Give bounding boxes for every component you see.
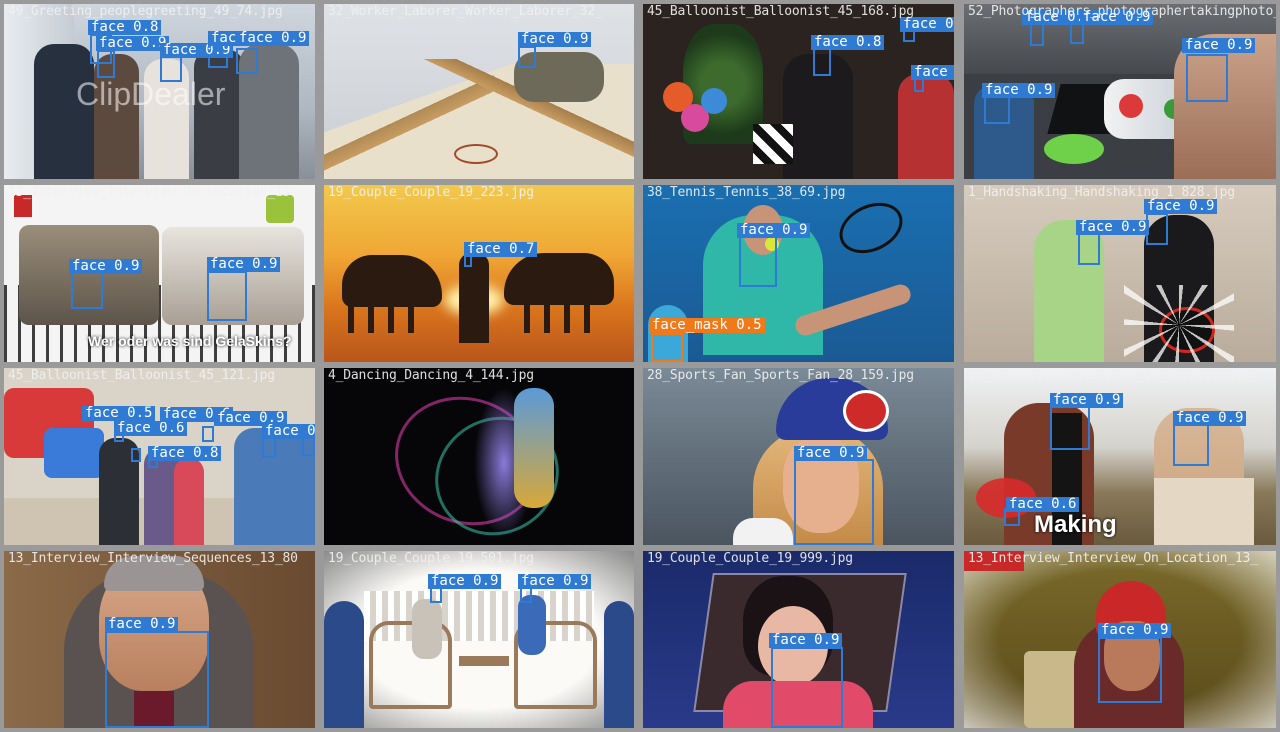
detection-label: face 0.9 [518,32,592,47]
detection-label: face 0.9 [1144,199,1218,214]
detection-label: face 0.5 [82,406,156,421]
detection-label: face 0.8 [148,446,222,461]
detection-label: face 0.9 [769,633,843,648]
detection-box [1050,404,1090,450]
detection-label: face 0 [911,65,954,80]
image-tile: Wer oder was sind GelaSkins? 13_Intervie… [4,185,315,362]
tile-filename: 4_Dancing_Dancing_4_144.jpg [328,368,534,383]
image-tile: 38_Tennis_Tennis_38_69.jpg face 0.9 face… [643,185,954,362]
video-caption: Wer oder was sind GelaSkins? [88,333,292,349]
detection-label: face_mask 0.5 [649,318,765,333]
detection-label: face 0.9 [207,257,281,272]
image-tile: Making 13_Interview_Interview_On_Locatio… [964,368,1276,545]
detection-box [518,46,536,68]
detection-box [739,235,777,287]
detection-label: face 0.9 [1173,411,1247,426]
image-tile: 4_Dancing_Dancing_4_144.jpg [324,368,634,545]
image-tile: 28_Sports_Fan_Sports_Fan_28_159.jpg face… [643,368,954,545]
photo [964,185,1276,362]
detection-label: face 0.9 [737,223,811,238]
detection-box [97,50,115,78]
tile-filename: 45_Balloonist_Balloonist_45_168.jpg [647,4,914,19]
detection-label: face 0.9 [982,83,1056,98]
detection-box [236,48,258,74]
image-tile: 32_Worker_Laborer_Worker_Laborer_32_ fac… [324,4,634,179]
image-tile: 45_Balloonist_Balloonist_45_168.jpg face… [643,4,954,179]
detection-label: face 0.9 [1076,220,1150,235]
watermark-logo: ClipDealer [76,76,226,112]
detection-label: face 0.9 [69,259,143,274]
tile-filename: 13_Interview_Interview_On_Location_13_ [968,551,1258,566]
detection-label: face 0.6 [1006,497,1080,512]
detection-box [131,448,141,462]
image-tile: 19_Couple_Couple_19_501.jpg face 0.9 fac… [324,551,634,728]
detection-box [813,48,831,76]
detection-box [160,56,182,82]
detection-label: face 0.8 [811,35,885,50]
detection-box [651,333,683,362]
detection-label: face 0.7 [464,242,538,257]
tile-filename: 19_Couple_Couple_19_223.jpg [328,185,534,200]
detection-label: face 0.9 [262,424,315,439]
detection-box [1186,54,1228,102]
image-tile: 19_Couple_Couple_19_999.jpg face 0.9 [643,551,954,728]
photo: Wer oder was sind GelaSkins? [4,185,315,362]
image-tile: 13_Interview_Interview_On_Location_13_ f… [964,551,1276,728]
photo [324,368,634,545]
image-tile: 1_Handshaking_Handshaking_1_828.jpg face… [964,185,1276,362]
tile-filename: 19_Couple_Couple_19_999.jpg [647,551,853,566]
photo [643,185,954,362]
tile-filename: 32_Worker_Laborer_Worker_Laborer_32_ [328,4,603,19]
detection-label: face 0.9 [105,617,179,632]
detection-box [771,647,843,728]
tile-filename: 13_Interview_Interview_On_Location_13 [8,185,291,200]
detection-box [430,587,442,603]
detection-box [105,631,209,728]
detection-label: face 0.9 [96,36,170,51]
detection-box [1078,233,1100,265]
detection-label: face 0.9 [518,574,592,589]
image-tile: 52_Photographers_photographertakingphoto… [964,4,1276,179]
detection-box [794,459,874,545]
detection-label: face 0.9 [1050,393,1124,408]
tile-filename: 38_Tennis_Tennis_38_69.jpg [647,185,846,200]
detection-box [207,271,247,321]
detection-label: face 0.9 [1182,38,1256,53]
detection-label: face 0.8 [88,20,162,35]
detection-label: face 0.9 [428,574,502,589]
detection-box [984,96,1010,124]
tile-filename: 1_Handshaking_Handshaking_1_828.jpg [968,185,1235,200]
detection-label: face 0.9 [1098,623,1172,638]
tile-filename: 45_Balloonist_Balloonist_45_121.jpg [8,368,275,383]
tile-filename: 13_Interview_Interview_Sequences_13_80 [8,551,298,566]
detection-box [520,587,532,603]
tile-filename: 19_Couple_Couple_19_501.jpg [328,551,534,566]
detection-label: face 0.9 [236,31,310,46]
tile-filename: 28_Sports_Fan_Sports_Fan_28_159.jpg [647,368,914,383]
image-tile: 19_Couple_Couple_19_223.jpg face 0.7 [324,185,634,362]
image-tile: ClipDealer 49_Greeting_peoplegreeting_49… [4,4,315,179]
detection-label: face 0.9 [794,446,868,461]
tile-filename: 52_Photographers_photographertakingphoto… [968,4,1276,19]
detection-label: face 0.6 [114,421,188,436]
detection-box [202,426,214,442]
video-caption: Making [1034,511,1117,538]
image-tile: 45_Balloonist_Balloonist_45_121.jpg face… [4,368,315,545]
tile-filename: 13_Interview_Interview_On_Location_13_ [968,368,1258,383]
image-tile: 13_Interview_Interview_Sequences_13_80 f… [4,551,315,728]
photo [324,185,634,362]
tile-filename: 49_Greeting_peoplegreeting_49_74.jpg [8,4,283,19]
detection-box [71,271,103,309]
detection-box [1098,637,1162,703]
